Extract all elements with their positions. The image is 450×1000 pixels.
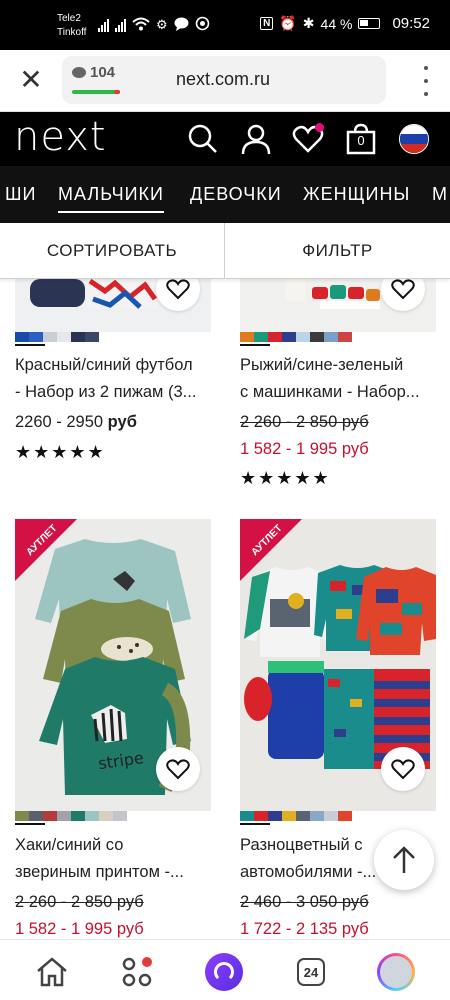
- product-title-line: - Набор из 2 пижам (3...: [15, 383, 197, 401]
- avatar: [377, 953, 415, 991]
- selected-swatch-indicator: [15, 344, 45, 346]
- product-title-line: с машинками - Набор...: [240, 383, 420, 401]
- product-title-line: Рыжий/сине-зеленый: [240, 356, 404, 374]
- alice-icon: [205, 953, 243, 991]
- old-price: 2 460 - 3 050 руб: [240, 893, 369, 911]
- more-menu-button[interactable]: [418, 66, 434, 96]
- rating-stars: ★★★★★: [240, 468, 331, 488]
- wishlist-heart-button[interactable]: [156, 747, 200, 791]
- color-swatches[interactable]: [15, 332, 211, 344]
- message-icon: [174, 17, 189, 34]
- comments-count: 104: [90, 64, 116, 81]
- selected-swatch-indicator: [15, 823, 45, 825]
- sort-filter-bar: СОРТИРОВАТЬ ФИЛЬТР: [0, 223, 450, 279]
- heart-icon: [391, 279, 415, 300]
- category-tab-boys[interactable]: МАЛЬЧИКИ: [58, 184, 164, 213]
- apps-grid-icon: [122, 957, 152, 987]
- scroll-to-top-button[interactable]: [374, 830, 434, 890]
- outlet-badge-label: АУТЛЕТ: [24, 522, 60, 559]
- price-currency: руб: [107, 413, 137, 431]
- home-icon: [37, 957, 67, 987]
- category-tab-next[interactable]: М: [432, 184, 448, 205]
- site-rating-bar: [72, 90, 120, 94]
- signal-icon: [98, 18, 109, 32]
- product-card[interactable]: Красный/синий футбол - Набор из 2 пижам …: [15, 279, 211, 479]
- status-icons-left: ⚙: [98, 16, 210, 34]
- product-title-line: звериным принтом -...: [15, 863, 184, 881]
- profile-button[interactable]: [376, 952, 416, 992]
- nfc-icon: N: [260, 17, 274, 30]
- comments-counter[interactable]: 104: [72, 64, 115, 81]
- color-swatches[interactable]: [240, 332, 436, 344]
- sale-price: 1 582 - 1 995 руб: [240, 440, 369, 458]
- battery-icon: [358, 18, 381, 29]
- product-title-line: Красный/синий футбол: [15, 356, 193, 374]
- color-swatches[interactable]: [15, 811, 211, 823]
- price-value: 2260 - 2950: [15, 413, 104, 431]
- services-button[interactable]: [117, 952, 157, 992]
- status-icons-right: N ⏰ ✱ 44 % 09:52: [260, 15, 430, 32]
- category-tab-prev[interactable]: ШИ: [5, 184, 36, 205]
- product-card[interactable]: stripe АУТЛЕТ Хаки/синий со звериным при…: [15, 519, 211, 939]
- alice-assistant-button[interactable]: [204, 952, 244, 992]
- product-price: 2260 - 2950 руб: [15, 413, 137, 432]
- old-price: 2 260 - 2 850 руб: [240, 413, 369, 431]
- sale-price: 1 722 - 2 135 руб: [240, 920, 369, 938]
- signal-2-icon: [115, 18, 126, 32]
- rating-stars: ★★★★★: [15, 442, 106, 462]
- heart-icon: [391, 759, 415, 780]
- filter-button[interactable]: ФИЛЬТР: [225, 223, 450, 279]
- clock: 09:52: [392, 15, 430, 32]
- basket-count: 0: [357, 133, 365, 148]
- arrow-up-icon: [393, 846, 415, 873]
- next-logo[interactable]: next: [14, 114, 107, 160]
- bluetooth-icon: ✱: [302, 15, 315, 31]
- search-icon[interactable]: [187, 123, 219, 155]
- carrier-1: Tele2: [57, 13, 81, 24]
- wifi-icon: [132, 17, 150, 34]
- browser-url-bar: ✕ 104 next.com.ru: [0, 50, 450, 112]
- battery-percent: 44 %: [320, 15, 353, 32]
- category-nav: ШИ МАЛЬЧИКИ ДЕВОЧКИ ЖЕНЩИНЫ М: [0, 166, 450, 223]
- wishlist-badge-dot: [315, 123, 324, 132]
- comment-icon: [72, 67, 86, 78]
- wishlist-heart-button[interactable]: [381, 747, 425, 791]
- browser-bottom-bar: 24: [0, 939, 450, 1000]
- carrier-names: Tele2 Tinkoff: [57, 12, 86, 40]
- selected-swatch-indicator: [240, 344, 270, 346]
- product-title[interactable]: Рыжий/сине-зеленый с машинками - Набор..…: [240, 352, 440, 406]
- selected-swatch-indicator: [240, 823, 270, 825]
- outlet-badge: АУТЛЕТ: [15, 519, 77, 581]
- product-title[interactable]: Хаки/синий со звериным принтом -...: [15, 832, 215, 886]
- heart-icon: [166, 759, 190, 780]
- sort-button[interactable]: СОРТИРОВАТЬ: [0, 223, 225, 279]
- tabs-count: 24: [297, 958, 325, 986]
- home-button[interactable]: [32, 952, 72, 992]
- outlet-badge-label: АУТЛЕТ: [249, 522, 285, 559]
- russia-flag-icon[interactable]: [399, 124, 429, 154]
- site-header: next 0: [0, 112, 450, 166]
- whatsapp-icon: [195, 16, 210, 34]
- url-text[interactable]: next.com.ru: [176, 69, 270, 90]
- account-icon[interactable]: [240, 123, 272, 155]
- color-swatches[interactable]: [240, 811, 436, 823]
- alarm-icon: ⏰: [279, 15, 297, 31]
- category-tab-girls[interactable]: ДЕВОЧКИ: [190, 184, 282, 205]
- address-field[interactable]: 104 next.com.ru: [62, 56, 386, 104]
- sale-price: 1 582 - 1 995 руб: [15, 920, 144, 938]
- product-title-line: Хаки/синий со: [15, 836, 124, 854]
- heart-icon: [166, 279, 190, 300]
- old-price: 2 260 - 2 850 руб: [15, 893, 144, 911]
- carrier-2: Tinkoff: [57, 27, 87, 38]
- outlet-badge: АУТЛЕТ: [240, 519, 302, 581]
- gear-icon: ⚙: [156, 17, 168, 32]
- close-button[interactable]: ✕: [14, 63, 48, 97]
- basket-icon[interactable]: 0: [345, 123, 377, 155]
- product-card[interactable]: Рыжий/сине-зеленый с машинками - Набор..…: [240, 279, 436, 499]
- tabs-button[interactable]: 24: [291, 952, 331, 992]
- status-bar: Tele2 Tinkoff ⚙ N ⏰ ✱ 44 % 09:52: [0, 0, 450, 50]
- wishlist-icon[interactable]: [292, 123, 324, 155]
- category-tab-women[interactable]: ЖЕНЩИНЫ: [303, 184, 410, 205]
- product-title[interactable]: Красный/синий футбол - Набор из 2 пижам …: [15, 352, 215, 406]
